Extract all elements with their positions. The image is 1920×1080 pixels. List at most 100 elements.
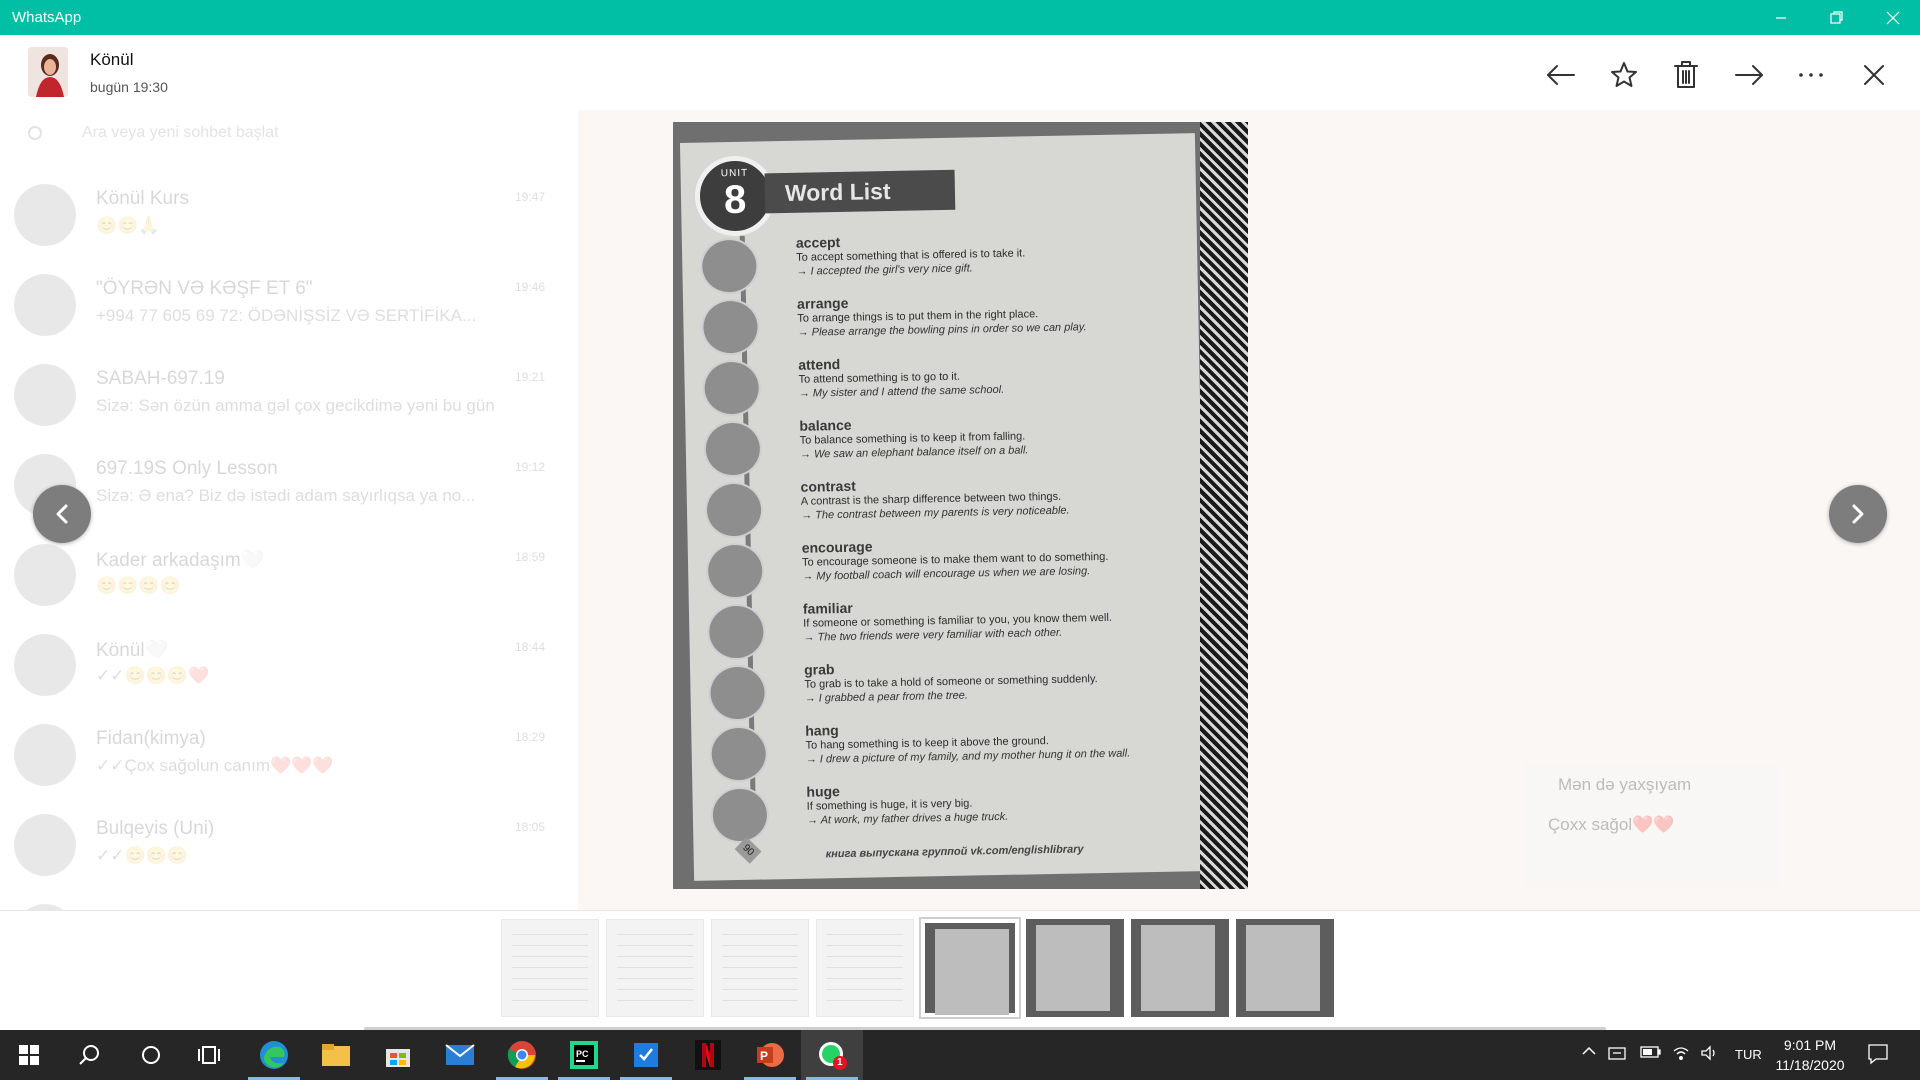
contact-photo	[28, 47, 68, 97]
word-illustration	[706, 603, 766, 661]
show-hidden-icons-button[interactable]	[1582, 1045, 1596, 1059]
thumbnail-line	[617, 934, 693, 935]
word-entry: hang To hang something is to keep it abov…	[709, 715, 1190, 784]
start-button[interactable]	[0, 1030, 58, 1080]
media-thumbnail[interactable]	[816, 919, 914, 1017]
previous-media-button[interactable]	[33, 485, 91, 543]
window-title: WhatsApp	[12, 9, 82, 26]
task-view-button[interactable]	[178, 1030, 240, 1080]
language-indicator[interactable]: TUR	[1735, 1047, 1762, 1062]
word-entry: accept To accept something that is offere…	[699, 227, 1181, 296]
minimize-icon	[1776, 16, 1786, 19]
taskbar-app-netflix[interactable]	[677, 1030, 739, 1080]
chat-list-item[interactable]: Kader arkadaşım🤍 😊😊😊😊 18:59	[0, 532, 570, 622]
thumbnail-line	[722, 978, 798, 979]
taskbar-app-powerpoint[interactable]: P	[739, 1030, 801, 1080]
taskbar-app-notes[interactable]	[615, 1030, 677, 1080]
thumbnail-line	[722, 1000, 798, 1001]
close-icon	[1886, 11, 1900, 24]
media-thumbnail[interactable]	[711, 919, 809, 1017]
volume-button[interactable]	[1700, 1045, 1718, 1064]
word-headword: arrange	[796, 294, 849, 312]
window-titlebar: WhatsApp	[0, 0, 1920, 35]
taskbar-app-store[interactable]	[367, 1030, 429, 1080]
wifi-button[interactable]	[1672, 1045, 1690, 1064]
chat-list-item[interactable]: Fidan(kimya) ✓✓Çox sağolun canım❤️❤️❤️ 18:…	[0, 712, 570, 802]
avatar	[14, 814, 76, 876]
avatar[interactable]	[28, 47, 68, 97]
thumbnail-line	[827, 945, 903, 946]
conversation-message: Çoxx sağol❤️❤️	[1548, 815, 1675, 834]
restore-button[interactable]	[1806, 0, 1868, 35]
taskbar-app-file-explorer[interactable]	[305, 1030, 367, 1080]
chat-last-message: Sizə: Sən özün amma gəl çox gecikdimə yə…	[96, 396, 495, 415]
chat-time: 18:44	[515, 640, 546, 654]
action-center-button[interactable]	[1867, 1043, 1889, 1068]
thumbnail-line	[512, 978, 588, 979]
chat-name: Fidan(kimya)	[96, 728, 206, 749]
word-illustration	[704, 481, 764, 539]
tray-icon[interactable]	[1608, 1045, 1626, 1064]
chat-list-item[interactable]: "ÖYRƏN VƏ KƏŞF ET 6" +994 77 605 69 72: Ö…	[0, 262, 570, 352]
media-thumbnail[interactable]	[1026, 919, 1124, 1017]
word-illustration	[703, 420, 763, 478]
minimize-button[interactable]	[1750, 0, 1812, 35]
word-example: → The contrast between my parents is ver…	[801, 504, 1070, 522]
media-viewer-header: Könül bugün 19:30	[0, 35, 1920, 110]
taskbar-app-whatsapp[interactable]: 1	[801, 1030, 863, 1080]
avatar	[14, 364, 76, 426]
avatar	[14, 274, 76, 336]
next-media-button[interactable]	[1829, 485, 1887, 543]
media-thumbnail[interactable]	[1236, 919, 1334, 1017]
search-placeholder: Ara veya yeni sohbet başlat	[82, 124, 279, 141]
main-photo: UNIT 8 Word List accept To accept somethi…	[673, 122, 1248, 889]
word-entry: arrange To arrange things is to put them …	[700, 288, 1182, 357]
taskbar-app-pycharm[interactable]: PC	[553, 1030, 615, 1080]
chat-list-item[interactable]: Könül Kurs 😊😊🙏 19:47	[0, 172, 570, 262]
close-viewer-button[interactable]	[1854, 55, 1894, 95]
close-window-button[interactable]	[1862, 0, 1920, 35]
chat-last-message: Sizə: Ə ena? Biz də istədi adam sayırlıq…	[96, 486, 476, 505]
taskbar-search-button[interactable]	[58, 1030, 120, 1080]
taskbar-clock[interactable]: 9:01 PM 11/18/2020	[1760, 1035, 1860, 1075]
chevron-right-icon	[1852, 504, 1864, 524]
word-definition: If something is huge, it is very big.	[806, 797, 973, 813]
chat-list-item[interactable]: Könül🤍 ✓✓😊😊😊❤️ 18:44	[0, 622, 570, 712]
chat-list-item[interactable]: SABAH-697.19 Sizə: Sən özün amma gəl çox …	[0, 352, 570, 442]
media-thumbnail[interactable]	[501, 919, 599, 1017]
more-options-button[interactable]	[1791, 55, 1831, 95]
page-footnote: книга выпускана группой vk.com/englishli…	[825, 843, 1084, 861]
store-icon	[386, 1049, 410, 1067]
notification-icon	[1868, 1044, 1888, 1065]
conversation-message: Mən də yaxşıyam	[1558, 775, 1692, 794]
whatsapp-icon	[819, 1042, 847, 1070]
speaker-icon	[1701, 1045, 1715, 1061]
netflix-icon	[695, 1040, 721, 1070]
back-button[interactable]	[1541, 55, 1581, 95]
chat-last-message: +994 77 605 69 72: ÖDƏNİŞSİZ VƏ SERTİFİK…	[96, 306, 477, 325]
chrome-icon	[507, 1041, 536, 1069]
forward-button[interactable]	[1729, 55, 1769, 95]
avatar	[14, 184, 76, 246]
chat-list-item[interactable]: Bulqeyis (Uni) ✓✓😊😊😊 18:05	[0, 802, 570, 892]
pycharm-icon: PC	[570, 1041, 598, 1069]
media-thumbnail[interactable]	[1131, 919, 1229, 1017]
thumbnail-line	[722, 989, 798, 990]
windows-logo-icon	[19, 1045, 39, 1065]
thumbnail-line	[722, 945, 798, 946]
message-timestamp: bugün 19:30	[90, 79, 168, 95]
delete-button[interactable]	[1666, 55, 1706, 95]
taskbar-app-mail[interactable]	[429, 1030, 491, 1080]
chat-time: 19:12	[515, 460, 546, 474]
battery-button[interactable]	[1640, 1045, 1662, 1062]
star-button[interactable]	[1604, 55, 1644, 95]
unit-badge: UNIT 8	[694, 155, 776, 237]
battery-icon	[1640, 1046, 1661, 1058]
media-thumbnail[interactable]	[606, 919, 704, 1017]
chat-time: 19:46	[515, 280, 546, 294]
media-thumbnail[interactable]	[919, 917, 1021, 1019]
taskbar-app-chrome[interactable]	[491, 1030, 553, 1080]
cortana-button[interactable]	[120, 1030, 182, 1080]
taskbar-app-edge[interactable]	[243, 1030, 305, 1080]
thumbnail-line	[617, 956, 693, 957]
